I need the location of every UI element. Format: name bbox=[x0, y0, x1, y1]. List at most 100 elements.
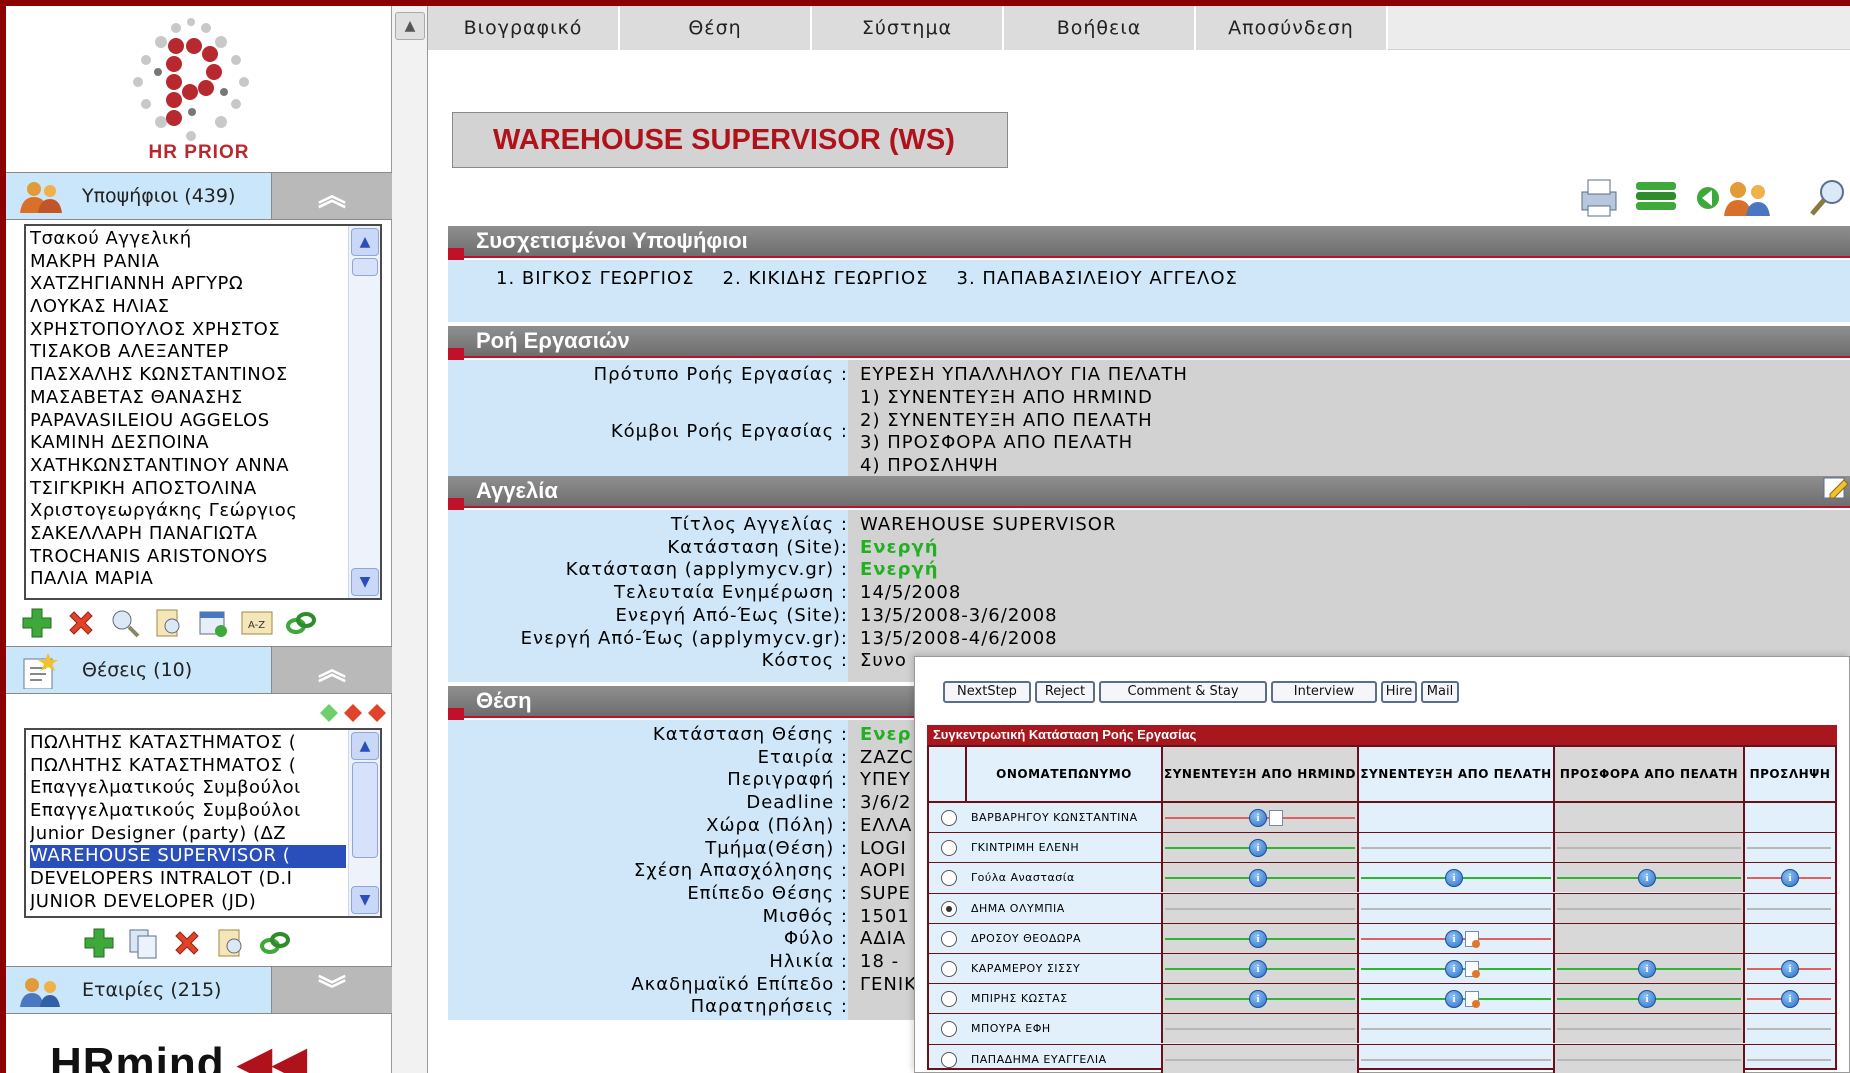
table-row[interactable]: ΒΑΡΒΑΡΗΓΟΥ ΚΩΝΣΤΑΝΤΙΝΑ i bbox=[929, 803, 1835, 834]
expand-chevron-icon[interactable]: ︾ bbox=[272, 967, 392, 1013]
related-candidate-link[interactable]: 1. ΒΙΓΚΟΣ ΓΕΩΡΓΙΟΣ bbox=[496, 268, 695, 289]
scroll-thumb[interactable] bbox=[352, 258, 378, 276]
list-item[interactable]: ΠΑΛΙΑ ΜΑΡΙΑ bbox=[30, 568, 346, 591]
info-icon[interactable]: i bbox=[1781, 990, 1799, 1009]
add-icon[interactable] bbox=[20, 606, 54, 640]
scroll-up-icon[interactable]: ▲ bbox=[395, 12, 425, 40]
hire-button[interactable]: Hire bbox=[1381, 681, 1417, 703]
collapse-chevron-icon[interactable]: ︽ bbox=[272, 173, 392, 219]
interview-button[interactable]: Interview bbox=[1271, 681, 1377, 703]
list-item[interactable]: ΠΑΣΧΑΛΗΣ ΚΩΝΣΤΑΝΤΙΝΟΣ bbox=[30, 364, 346, 387]
positions-scrollbar[interactable]: ▲ ▼ bbox=[348, 730, 380, 916]
info-icon[interactable]: i bbox=[1445, 990, 1463, 1009]
candidates-panel-header[interactable]: Υποψήφιοι (439) ︽ bbox=[6, 172, 392, 220]
menu-position[interactable]: Θέση bbox=[620, 6, 812, 50]
list-item[interactable]: ΣΑΚΕΛΛΑΡΗ ΠΑΝΑΓΙΩΤΑ bbox=[30, 523, 346, 546]
info-icon[interactable]: i bbox=[1638, 990, 1656, 1009]
info-icon[interactable]: i bbox=[1638, 960, 1656, 978]
table-row[interactable]: ΔΗΜΑ ΟΛΥΜΠΙΑ bbox=[929, 893, 1835, 924]
scroll-down-icon[interactable]: ▼ bbox=[351, 886, 379, 914]
list-item[interactable]: ΛΟΥΚΑΣ ΗΛΙΑΣ bbox=[30, 296, 346, 319]
row-radio[interactable] bbox=[941, 1051, 957, 1068]
list-item[interactable]: Τσακού Αγγελική bbox=[30, 228, 346, 251]
menu-help[interactable]: Βοήθεια bbox=[1004, 6, 1196, 50]
companies-tab[interactable]: Εταιρίες (215) bbox=[6, 967, 272, 1013]
table-row[interactable]: ΠΑΠΑΔΗΜΑ ΕΥΑΓΓΕΛΙΑ bbox=[929, 1044, 1835, 1073]
candidates-scrollbar[interactable]: ▲ ▼ bbox=[348, 226, 380, 598]
info-icon[interactable]: i bbox=[1445, 929, 1463, 948]
list-item[interactable]: JUNIOR DEVELOPER (JD) bbox=[30, 891, 346, 914]
info-icon[interactable]: i bbox=[1249, 869, 1267, 888]
list-item[interactable]: Χριστογεωργάκης Γεώργιος bbox=[30, 500, 346, 523]
row-radio[interactable] bbox=[941, 930, 957, 947]
info-icon[interactable]: i bbox=[1249, 839, 1267, 858]
row-radio[interactable] bbox=[941, 840, 957, 857]
table-row[interactable]: ΚΑΡΑΜΕΡΟΥ ΣΙΣΣΥ i i i i bbox=[929, 954, 1835, 985]
print-icon[interactable] bbox=[1576, 176, 1622, 220]
related-candidate-link[interactable]: 3. ΠΑΠΑΒΑΣΙΛΕΙΟΥ ΑΓΓΕΛΟΣ bbox=[957, 268, 1238, 289]
list-item[interactable]: ΧΑΤΖΗΓΙΑΝΝΗ ΑΡΓΥΡΩ bbox=[30, 273, 346, 296]
list-item[interactable]: WAREHOUSE SUPERVISOR ( bbox=[30, 845, 346, 869]
list-item[interactable]: ΧΑΤΗΚΩΝΣΤΑΝΤΙΝΟΥ ΑΝΝΑ bbox=[30, 455, 346, 478]
info-icon[interactable]: i bbox=[1445, 960, 1463, 978]
list-item[interactable]: ΤΣΙΓΚΡΙΚΗ ΑΠΟΣΤΟΛΙΝΑ bbox=[30, 478, 346, 501]
document-search-icon[interactable] bbox=[152, 606, 186, 640]
sort-az-icon[interactable]: A-Z bbox=[240, 606, 274, 640]
scroll-thumb[interactable] bbox=[352, 762, 378, 858]
list-item[interactable]: TROCHANIS ARISTONOYS bbox=[30, 546, 346, 569]
link-icon[interactable] bbox=[284, 606, 318, 640]
edit-icon[interactable] bbox=[1820, 472, 1850, 502]
reject-button[interactable]: Reject bbox=[1035, 681, 1095, 703]
row-radio[interactable] bbox=[941, 991, 957, 1008]
info-icon[interactable]: i bbox=[1249, 809, 1267, 827]
menu-logout[interactable]: Αποσύνδεση bbox=[1196, 6, 1388, 50]
table-row[interactable]: ΔΡΟΣΟΥ ΘΕΟΔΩΡΑ i i bbox=[929, 923, 1835, 954]
info-icon[interactable]: i bbox=[1445, 869, 1463, 888]
table-row[interactable]: Γούλα Αναστασία i i i i bbox=[929, 863, 1835, 894]
positions-list[interactable]: ΠΩΛΗΤΗΣ ΚΑΤΑΣΤΗΜΑΤΟΣ (ΠΩΛΗΤΗΣ ΚΑΤΑΣΤΗΜΑΤ… bbox=[24, 728, 382, 918]
info-icon[interactable]: i bbox=[1638, 869, 1656, 888]
candidates-tab[interactable]: Υποψήφιοι (439) bbox=[6, 173, 272, 219]
list-item[interactable]: PAPAVASILEIOU AGGELOS bbox=[30, 410, 346, 433]
menu-cv[interactable]: Βιογραφικό bbox=[428, 6, 620, 50]
list-item[interactable]: ΜΑΚΡΗ ΡΑΝΙΑ bbox=[30, 251, 346, 274]
info-icon[interactable]: i bbox=[1249, 960, 1267, 978]
list-item[interactable]: ΠΩΛΗΤΗΣ ΚΑΤΑΣΤΗΜΑΤΟΣ ( bbox=[30, 755, 346, 778]
offer-note-icon[interactable] bbox=[1465, 991, 1480, 1009]
delete-icon[interactable] bbox=[64, 606, 98, 640]
search-icon[interactable] bbox=[108, 606, 142, 640]
offer-note-icon[interactable] bbox=[1465, 930, 1480, 948]
list-item[interactable]: DEVELOPERS INTRALOT (D.I bbox=[30, 868, 346, 891]
mail-button[interactable]: Mail bbox=[1421, 681, 1459, 703]
companies-panel-header[interactable]: Εταιρίες (215) ︾ bbox=[6, 966, 392, 1014]
row-radio[interactable] bbox=[941, 961, 957, 977]
list-item[interactable]: ΧΡΗΣΤΟΠΟΥΛΟΣ ΧΡΗΣΤΟΣ bbox=[30, 319, 346, 342]
list-item[interactable]: ΜΑΣΑΒΕΤΑΣ ΘΑΝΑΣΗΣ bbox=[30, 387, 346, 410]
positions-panel-header[interactable]: Θέσεις (10) ︽ bbox=[6, 646, 392, 694]
info-icon[interactable]: i bbox=[1249, 990, 1267, 1009]
calendar-icon[interactable] bbox=[196, 606, 230, 640]
scroll-up-icon[interactable]: ▲ bbox=[351, 228, 379, 256]
related-candidate-link[interactable]: 2. ΚΙΚΙΔΗΣ ΓΕΩΡΓΙΟΣ bbox=[723, 268, 929, 289]
info-icon[interactable]: i bbox=[1781, 869, 1799, 888]
link-icon[interactable] bbox=[258, 926, 292, 960]
scroll-up-icon[interactable]: ▲ bbox=[351, 732, 379, 760]
search-icon[interactable] bbox=[1806, 176, 1850, 220]
next-step-button[interactable]: NextStep bbox=[943, 681, 1031, 703]
list-item[interactable]: Junior Designer (party) (ΔΖ bbox=[30, 823, 346, 846]
candidates-list[interactable]: Τσακού Αγγελική ΜΑΚΡΗ ΡΑΝΙΑ ΧΑΤΖΗΓΙΑΝΝΗ ΑΡ… bbox=[24, 224, 382, 600]
row-radio[interactable] bbox=[941, 900, 957, 917]
scroll-down-icon[interactable]: ▼ bbox=[351, 568, 379, 596]
list-item[interactable]: Επαγγελματικούς Συμβούλοι bbox=[30, 800, 346, 823]
list-item[interactable]: ΤΙΣΑΚΟΒ ΑΛΕΞΑΝΤΕΡ bbox=[30, 341, 346, 364]
row-radio[interactable] bbox=[941, 1021, 957, 1038]
table-row[interactable]: ΜΠΟΥΡΑ ΕΦΗ bbox=[929, 1014, 1835, 1045]
positions-tab[interactable]: Θέσεις (10) bbox=[6, 647, 272, 693]
back-candidates-icon[interactable] bbox=[1694, 176, 1784, 220]
row-radio[interactable] bbox=[941, 810, 957, 826]
offer-note-icon[interactable] bbox=[1465, 961, 1480, 978]
list-item[interactable]: ΠΩΛΗΤΗΣ ΚΑΤΑΣΤΗΜΑΤΟΣ ( bbox=[30, 732, 346, 755]
stack-icon[interactable] bbox=[1632, 176, 1682, 220]
sidebar-splitter[interactable]: ▲ bbox=[392, 6, 428, 1073]
copy-icon[interactable] bbox=[126, 926, 160, 960]
